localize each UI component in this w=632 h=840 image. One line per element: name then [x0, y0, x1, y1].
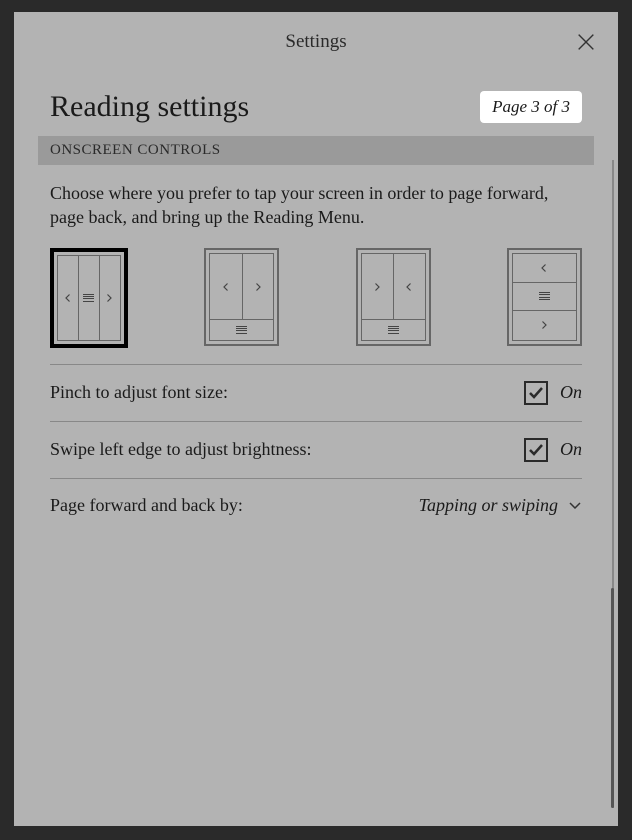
- page-indicator-badge: Page 3 of 3: [480, 91, 582, 123]
- setting-pinch-row: Pinch to adjust font size: On: [50, 365, 582, 422]
- close-button[interactable]: [572, 28, 600, 56]
- setting-swipe-label: Swipe left edge to adjust brightness:: [50, 439, 311, 460]
- modal-title: Settings: [285, 31, 346, 53]
- chevron-down-icon: [568, 498, 582, 512]
- menu-icon: [539, 292, 550, 300]
- scrollbar[interactable]: [612, 160, 614, 808]
- layout-option-2[interactable]: [204, 248, 279, 346]
- menu-icon: [83, 294, 94, 302]
- layout-option-3[interactable]: [356, 248, 431, 346]
- section-description: Choose where you prefer to tap your scre…: [50, 165, 582, 248]
- title-row: Reading settings Page 3 of 3: [50, 72, 582, 132]
- setting-pinch-toggle[interactable]: On: [524, 381, 582, 405]
- setting-pinch-value: On: [560, 382, 582, 403]
- checkbox-checked-icon: [524, 438, 548, 462]
- scroll-thumb[interactable]: [611, 588, 614, 808]
- setting-swipe-row: Swipe left edge to adjust brightness: On: [50, 422, 582, 479]
- menu-icon: [388, 326, 399, 334]
- setting-swipe-value: On: [560, 439, 582, 460]
- chevron-right-icon: [539, 320, 549, 330]
- chevron-right-icon: [372, 282, 382, 292]
- modal-content: Reading settings Page 3 of 3 ONSCREEN CO…: [14, 72, 618, 532]
- setting-pagenav-label: Page forward and back by:: [50, 495, 243, 516]
- chevron-left-icon: [63, 293, 73, 303]
- page-title: Reading settings: [50, 90, 249, 124]
- chevron-left-icon: [539, 263, 549, 273]
- layout-option-4[interactable]: [507, 248, 582, 346]
- chevron-right-icon: [253, 282, 263, 292]
- setting-pagenav-dropdown[interactable]: Tapping or swiping: [419, 495, 582, 516]
- layout-options-group: [50, 248, 582, 365]
- chevron-left-icon: [221, 282, 231, 292]
- menu-icon: [236, 326, 247, 334]
- close-icon: [575, 31, 597, 53]
- settings-modal: Settings Reading settings Page 3 of 3 ON…: [14, 12, 618, 826]
- checkbox-checked-icon: [524, 381, 548, 405]
- setting-pinch-label: Pinch to adjust font size:: [50, 382, 228, 403]
- modal-header: Settings: [14, 12, 618, 72]
- setting-swipe-toggle[interactable]: On: [524, 438, 582, 462]
- layout-option-1[interactable]: [50, 248, 128, 348]
- chevron-left-icon: [404, 282, 414, 292]
- setting-pagenav-value: Tapping or swiping: [419, 495, 558, 516]
- chevron-right-icon: [104, 293, 114, 303]
- section-header: ONSCREEN CONTROLS: [38, 136, 594, 165]
- setting-pagenav-row: Page forward and back by: Tapping or swi…: [50, 479, 582, 532]
